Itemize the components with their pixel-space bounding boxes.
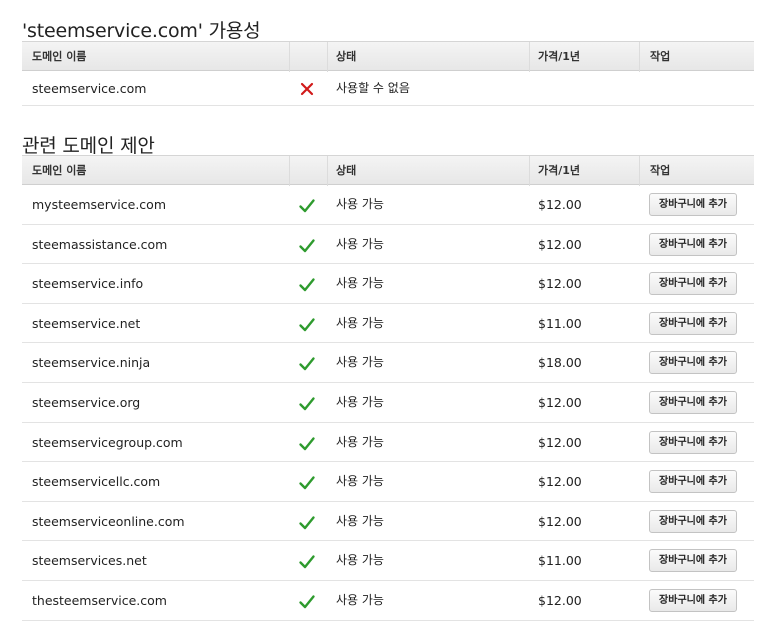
add-to-cart-button[interactable]: 장바구니에 추가 <box>649 232 737 256</box>
checkmark-icon <box>299 318 315 331</box>
domain-name: steemservicegroup.com <box>32 434 183 450</box>
header-separator <box>529 42 530 72</box>
header-action: 작업 <box>650 164 671 177</box>
checkmark-icon <box>299 595 315 609</box>
status-text: 사용할 수 없음 <box>336 81 410 95</box>
price-text: $12.00 <box>538 276 582 292</box>
suggestions-body: mysteemservice.com 사용 가능 $12.00 장바구니에 추가… <box>22 185 754 621</box>
table-row: steemservices.net 사용 가능 $11.00 장바구니에 추가 <box>22 541 754 581</box>
checkmark-icon <box>299 238 315 252</box>
table-row: steemservice.ninja 사용 가능 $18.00 장바구니에 추가 <box>22 343 754 383</box>
checkmark-icon <box>299 476 315 490</box>
domain-name: steemservice.com <box>32 81 147 96</box>
domain-name: steemassistance.com <box>32 236 168 252</box>
x-icon <box>300 82 314 96</box>
add-to-cart-button[interactable]: 장바구니에 추가 <box>649 311 737 335</box>
domain-name: steemservice.ninja <box>32 355 151 371</box>
domain-name: steemservices.net <box>32 553 147 569</box>
price-text: $12.00 <box>538 394 582 410</box>
price-text: $12.00 <box>538 592 582 608</box>
checkmark-icon <box>299 199 315 213</box>
header-domain: 도메인 이름 <box>32 50 87 63</box>
price-text: $12.00 <box>538 197 582 212</box>
table-row: steemservice.com 사용할 수 없음 <box>22 71 754 106</box>
header-separator <box>289 156 290 186</box>
checkmark-icon <box>299 357 315 371</box>
header-separator <box>327 42 328 72</box>
price-text: $12.00 <box>538 434 582 450</box>
table-row: steemserviceonline.com 사용 가능 $12.00 장바구니… <box>22 502 754 542</box>
checkmark-icon <box>299 516 315 529</box>
checkmark-icon <box>299 555 315 569</box>
domain-name: steemservicellc.com <box>32 474 161 490</box>
add-to-cart-button[interactable]: 장바구니에 추가 <box>649 351 737 375</box>
checkmark-icon <box>299 397 315 411</box>
status-text: 사용 가능 <box>336 394 384 409</box>
domain-name: steemservice.org <box>32 394 141 410</box>
table-row: steemassistance.com 사용 가능 $12.00 장바구니에 추… <box>22 225 754 265</box>
availability-header-row: 도메인 이름 상태 가격/1년 작업 <box>22 41 754 72</box>
status-text: 사용 가능 <box>336 197 384 211</box>
suggestions-title: 관련 도메인 제안 <box>22 135 155 157</box>
status-text: 사용 가능 <box>336 553 384 568</box>
status-text: 사용 가능 <box>336 315 384 330</box>
status-text: 사용 가능 <box>336 592 384 607</box>
add-to-cart-button[interactable]: 장바구니에 추가 <box>649 272 737 296</box>
price-text: $18.00 <box>538 355 582 371</box>
table-row: steemservice.org 사용 가능 $12.00 장바구니에 추가 <box>22 383 754 423</box>
table-row: steemservice.info 사용 가능 $12.00 장바구니에 추가 <box>22 264 754 304</box>
suggestions-header-row: 도메인 이름 상태 가격/1년 작업 <box>22 155 754 186</box>
table-row: mysteemservice.com 사용 가능 $12.00 장바구니에 추가 <box>22 185 754 225</box>
add-to-cart-button[interactable]: 장바구니에 추가 <box>649 588 737 612</box>
header-separator <box>289 42 290 72</box>
header-status: 상태 <box>336 50 357 63</box>
domain-name: steemserviceonline.com <box>32 513 185 529</box>
checkmark-icon <box>299 278 315 292</box>
add-to-cart-button[interactable]: 장바구니에 추가 <box>649 549 737 573</box>
table-row: steemservicegroup.com 사용 가능 $12.00 장바구니에… <box>22 423 754 463</box>
domain-name: steemservice.info <box>32 276 144 292</box>
status-text: 사용 가능 <box>336 513 384 528</box>
price-text: $12.00 <box>538 513 582 529</box>
header-domain: 도메인 이름 <box>32 164 87 177</box>
header-price: 가격/1년 <box>538 164 581 177</box>
table-row: steemservice.net 사용 가능 $11.00 장바구니에 추가 <box>22 304 754 344</box>
domain-name: steemservice.net <box>32 315 141 331</box>
header-separator <box>529 156 530 186</box>
status-text: 사용 가능 <box>336 236 384 251</box>
status-text: 사용 가능 <box>336 276 384 291</box>
header-separator <box>327 156 328 186</box>
status-text: 사용 가능 <box>336 434 384 449</box>
add-to-cart-button[interactable]: 장바구니에 추가 <box>649 430 737 454</box>
checkmark-icon <box>299 436 315 450</box>
price-text: $11.00 <box>538 315 582 331</box>
price-text: $12.00 <box>538 236 582 252</box>
add-to-cart-button[interactable]: 장바구니에 추가 <box>649 390 737 414</box>
add-to-cart-button[interactable]: 장바구니에 추가 <box>649 509 737 533</box>
table-row: steemservicellc.com 사용 가능 $12.00 장바구니에 추… <box>22 462 754 502</box>
header-separator <box>639 156 640 186</box>
availability-table: 도메인 이름 상태 가격/1년 작업 steemservice.com 사용할 … <box>22 41 754 106</box>
header-action: 작업 <box>650 50 671 63</box>
add-to-cart-button[interactable]: 장바구니에 추가 <box>649 193 737 216</box>
header-separator <box>639 42 640 72</box>
price-text: $12.00 <box>538 474 582 490</box>
status-text: 사용 가능 <box>336 474 384 489</box>
status-text: 사용 가능 <box>336 355 384 370</box>
table-row: thesteemservice.com 사용 가능 $12.00 장바구니에 추… <box>22 581 754 621</box>
add-to-cart-button[interactable]: 장바구니에 추가 <box>649 470 737 494</box>
domain-check-page: 'steemservice.com' 가용성 도메인 이름 상태 가격/1년 작… <box>0 0 768 633</box>
header-status: 상태 <box>336 164 357 177</box>
suggestions-table: 도메인 이름 상태 가격/1년 작업 mysteemservice.com 사용… <box>22 155 754 621</box>
header-price: 가격/1년 <box>538 50 581 63</box>
price-text: $11.00 <box>538 553 582 569</box>
domain-name: mysteemservice.com <box>32 197 166 212</box>
availability-title: 'steemservice.com' 가용성 <box>22 20 261 42</box>
domain-name: thesteemservice.com <box>32 592 167 608</box>
